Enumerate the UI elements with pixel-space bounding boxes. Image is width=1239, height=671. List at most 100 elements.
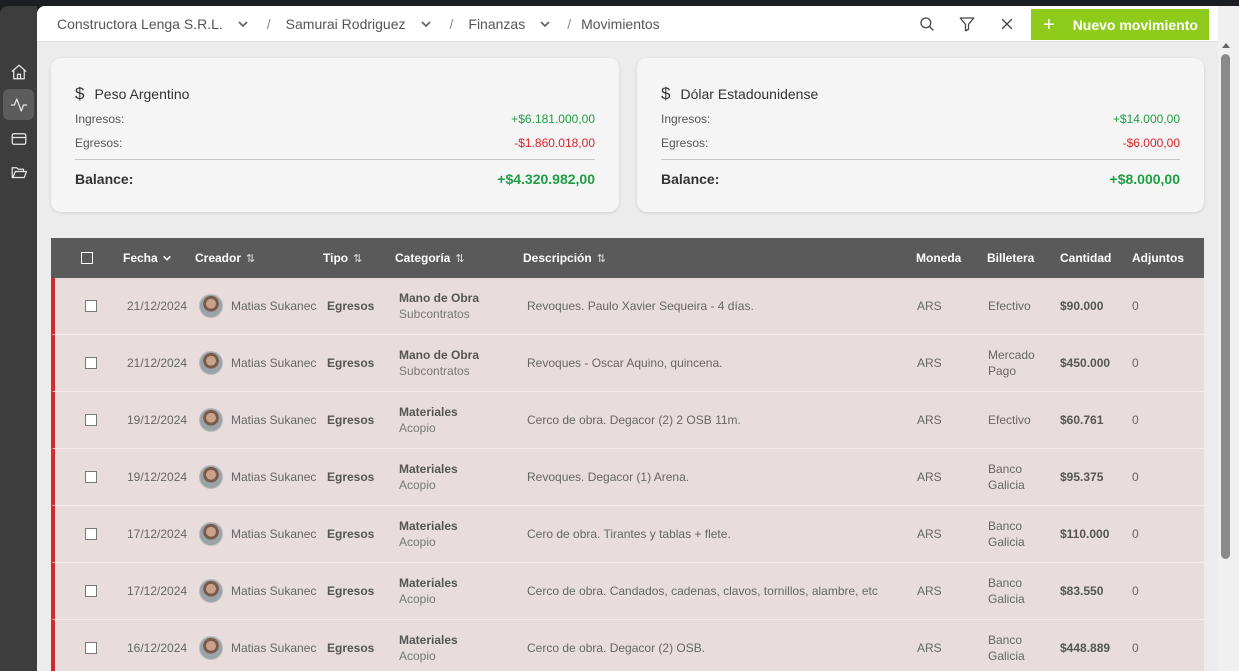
balance-value: +$4.320.982,00 <box>497 171 595 187</box>
col-creador[interactable]: Creador ⇅ <box>195 238 255 278</box>
creator-name: Matias Sukanec <box>231 413 317 427</box>
cell-cantidad: $83.550 <box>1060 584 1104 598</box>
cell-cantidad: $90.000 <box>1060 299 1104 313</box>
sidebar <box>0 6 37 671</box>
sort-icon: ⇅ <box>246 252 256 265</box>
wallet-line-2: Galicia <box>988 592 1025 606</box>
wallet-line-1: Banco <box>988 576 1023 590</box>
wallet-line-1: Mercado <box>988 348 1035 362</box>
row-select-cell <box>85 506 97 562</box>
cell-adjuntos: 0 <box>1132 356 1139 370</box>
close-icon[interactable] <box>998 15 1016 33</box>
cell-billetera: Efectivo <box>988 278 1031 334</box>
subcategory-name: Subcontratos <box>399 364 470 378</box>
cell-cantidad: $110.000 <box>1060 527 1110 541</box>
search-icon[interactable] <box>918 15 936 33</box>
cell-descripcion: Revoques - Oscar Aquino, quincena. <box>527 356 723 370</box>
divider <box>661 159 1180 160</box>
col-cantidad-label: Cantidad <box>1060 251 1112 265</box>
cell-creador: Matias Sukanec <box>199 506 316 562</box>
subcategory-name: Acopio <box>399 649 436 663</box>
cell-fecha: 19/12/2024 <box>127 470 188 484</box>
cell-categoria: Materiales Acopio <box>399 506 458 562</box>
cell-creador: Matias Sukanec <box>199 449 316 505</box>
filter-icon[interactable] <box>958 15 976 33</box>
select-all-checkbox[interactable] <box>81 252 93 264</box>
chevron-down-icon <box>420 21 431 28</box>
card-title: $ Peso Argentino <box>75 84 189 104</box>
row-checkbox[interactable] <box>85 585 97 597</box>
col-tipo-label: Tipo <box>323 251 349 265</box>
row-select-cell <box>85 620 97 671</box>
breadcrumb-section[interactable]: Finanzas <box>468 16 551 32</box>
row-checkbox[interactable] <box>85 414 97 426</box>
row-checkbox[interactable] <box>85 528 97 540</box>
activity-icon <box>10 97 27 112</box>
scroll-up-arrow-icon[interactable] <box>1222 43 1230 48</box>
breadcrumb-project-label: Samurai Rodriguez <box>285 16 406 32</box>
row-select-cell <box>85 563 97 619</box>
dollar-icon: $ <box>75 84 85 103</box>
expense-value: -$1.860.018,00 <box>514 136 595 150</box>
row-checkbox[interactable] <box>85 642 97 654</box>
avatar <box>199 294 223 318</box>
sort-icon: ⇅ <box>353 252 363 265</box>
cell-creador: Matias Sukanec <box>199 392 316 448</box>
table-row[interactable]: 21/12/2024 Matias Sukanec Egresos Mano d… <box>51 335 1204 392</box>
row-checkbox[interactable] <box>85 300 97 312</box>
new-movement-button[interactable]: + Nuevo movimiento <box>1031 9 1209 40</box>
table-row[interactable]: 16/12/2024 Matias Sukanec Egresos Materi… <box>51 620 1204 671</box>
col-categoria[interactable]: Categoría ⇅ <box>395 238 465 278</box>
scrollbar-thumb[interactable] <box>1221 54 1230 559</box>
cell-billetera: Banco Galicia <box>988 449 1025 505</box>
cell-categoria: Materiales Acopio <box>399 392 458 448</box>
cell-tipo: Egresos <box>327 584 375 598</box>
breadcrumb-company[interactable]: Constructora Lenga S.R.L. <box>57 16 249 32</box>
app-window: Constructora Lenga S.R.L. / Samurai Rodr… <box>0 0 1239 671</box>
breadcrumb-project[interactable]: Samurai Rodriguez <box>286 16 432 32</box>
chevron-down-icon <box>540 21 550 28</box>
plus-icon: + <box>1043 13 1055 36</box>
balance-value: +$8.000,00 <box>1109 171 1180 187</box>
cell-descripcion: Cerco de obra. Degacor (2) OSB. <box>527 641 706 655</box>
cell-categoria: Materiales Acopio <box>399 620 458 671</box>
expense-label: Egresos: <box>75 136 123 150</box>
table-row[interactable]: 17/12/2024 Matias Sukanec Egresos Materi… <box>51 506 1204 563</box>
sidebar-item-files[interactable] <box>3 157 34 188</box>
row-checkbox[interactable] <box>85 471 97 483</box>
table-row[interactable]: 17/12/2024 Matias Sukanec Egresos Materi… <box>51 563 1204 620</box>
creator-name: Matias Sukanec <box>231 470 317 484</box>
col-descripcion[interactable]: Descripción ⇅ <box>523 238 606 278</box>
table-row[interactable]: 19/12/2024 Matias Sukanec Egresos Materi… <box>51 449 1204 506</box>
cell-categoria: Mano de Obra Subcontratos <box>399 335 479 391</box>
col-tipo[interactable]: Tipo ⇅ <box>323 238 362 278</box>
breadcrumb-separator: / <box>449 16 454 32</box>
table-row[interactable]: 19/12/2024 Matias Sukanec Egresos Materi… <box>51 392 1204 449</box>
dollar-icon: $ <box>661 84 671 103</box>
cell-tipo: Egresos <box>327 641 375 655</box>
subcategory-name: Acopio <box>399 478 436 492</box>
cell-fecha: 21/12/2024 <box>127 356 188 370</box>
income-value: +$6.181.000,00 <box>511 112 595 126</box>
cell-fecha: 21/12/2024 <box>127 299 188 313</box>
card-title-label: Peso Argentino <box>94 86 190 102</box>
cell-tipo: Egresos <box>327 413 375 427</box>
balance-label: Balance: <box>75 171 134 187</box>
breadcrumb-section-label: Finanzas <box>468 16 526 32</box>
category-name: Mano de Obra <box>399 291 480 305</box>
cell-categoria: Materiales Acopio <box>399 563 458 619</box>
cell-adjuntos: 0 <box>1132 641 1139 655</box>
cell-descripcion: Cerco de obra. Degacor (2) 2 OSB 11m. <box>527 413 741 427</box>
sidebar-item-payments[interactable] <box>3 123 34 154</box>
avatar <box>199 351 223 375</box>
wallet-line-1: Banco <box>988 633 1023 647</box>
col-fecha[interactable]: Fecha <box>123 238 172 278</box>
wallet-line-1: Banco <box>988 519 1023 533</box>
avatar <box>199 522 223 546</box>
table-row[interactable]: 21/12/2024 Matias Sukanec Egresos Mano d… <box>51 278 1204 335</box>
col-moneda-label: Moneda <box>916 251 962 265</box>
row-checkbox[interactable] <box>85 357 97 369</box>
sidebar-item-activity[interactable] <box>3 89 34 120</box>
sidebar-item-home[interactable] <box>3 56 34 87</box>
cell-moneda: ARS <box>917 527 942 541</box>
